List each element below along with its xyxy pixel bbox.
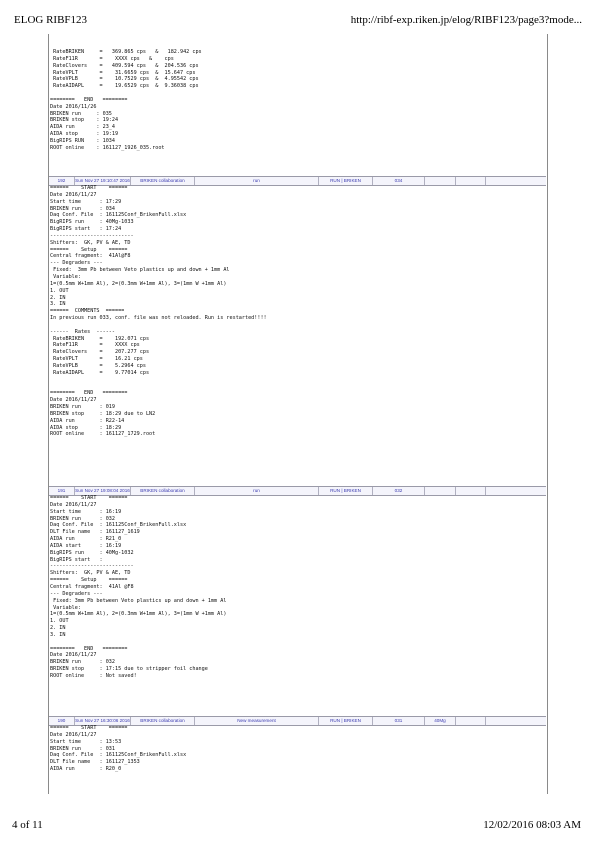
entry-body-text: ====== START ====== Date 2016/11/27 Star… [50,185,267,438]
entry-author: BRIKEN collaboration [131,487,195,495]
entry-date: Sun Nov 27 16:30:06 2016 [75,717,131,725]
entry-run: 032 [373,487,425,495]
entry-run: 034 [373,177,425,185]
entry-body-text: ====== START ====== Date 2016/11/27 Star… [50,495,227,679]
page-header-url[interactable]: http://ribf-exp.riken.jp/elog/RIBF123/pa… [351,14,582,26]
entry-body-text: RateBRIKEN = 369.865 cps & 182.942 cps R… [50,49,202,151]
entry-empty-cell [456,717,486,725]
entry-empty-cell [456,487,486,495]
page-footer-datetime: 12/02/2016 08:03 AM [483,819,581,831]
entry-author: BRIKEN collaboration [131,177,195,185]
entry-id-link[interactable]: 190 [49,717,75,725]
entry-empty-cell [486,177,546,185]
page-footer-page-number: 4 of 11 [12,819,43,831]
entry-subject: run [195,487,319,495]
entry-date: Sun Nov 27 19:10:47 2016 [75,177,131,185]
entry-body-text: ====== START ====== Date 2016/11/27 Star… [50,725,187,773]
entry-empty-cell [486,717,546,725]
entry-empty-cell [456,177,486,185]
entry-subject: New measurement [195,717,319,725]
page-header-title: ELOG RIBF123 [14,14,88,26]
entry-extra [425,177,456,185]
entry-id-link[interactable]: 191 [49,487,75,495]
entry-extra: 40Mg [425,717,456,725]
entry-extra [425,487,456,495]
entry-author: BRIKEN collaboration [131,717,195,725]
entry-id-link[interactable]: 192 [49,177,75,185]
entry-category: RUN | BRIKEN [319,177,373,185]
entry-date: Sun Nov 27 19:08:04 2016 [75,487,131,495]
entry-category: RUN | BRIKEN [319,717,373,725]
entry-subject: run [195,177,319,185]
entry-category: RUN | BRIKEN [319,487,373,495]
entry-empty-cell [486,487,546,495]
entry-run: 031 [373,717,425,725]
